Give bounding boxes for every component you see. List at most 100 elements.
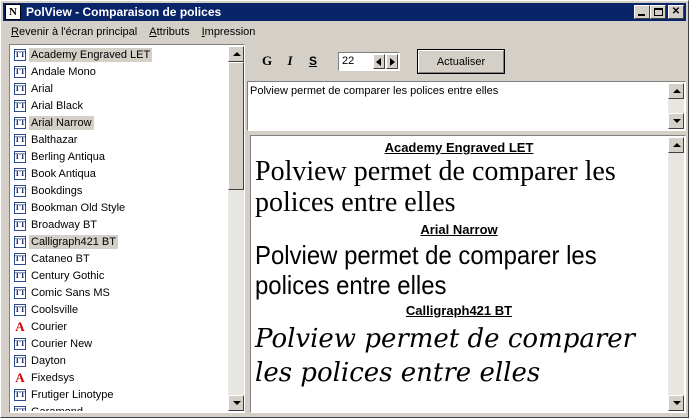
app-icon[interactable]: N [5,4,21,20]
preview-scroll-down-button[interactable] [668,395,684,411]
font-list-item[interactable]: TT Arial Narrow [11,114,227,131]
preview-heading-1: Academy Engraved LET [384,140,534,155]
menu-revenir-mnemonic: R [11,26,19,38]
font-list-item[interactable]: TT Academy Engraved LET [11,46,227,63]
size-decrease-button[interactable] [373,54,385,69]
scroll-down-button[interactable] [228,395,244,411]
font-list-item[interactable]: TT Dayton [11,352,227,369]
underline-button[interactable]: S [303,52,323,70]
font-list-item[interactable]: TT Calligraph421 BT [11,233,227,250]
menu-impression[interactable]: Impression [196,26,262,38]
raster-font-icon: A [14,319,26,334]
size-increase-button[interactable] [386,54,398,69]
font-list-item[interactable]: TT Book Antiqua [11,165,227,182]
scroll-thumb[interactable] [228,62,244,190]
close-button[interactable]: ✕ [668,5,684,19]
truetype-font-icon: TT [14,116,26,129]
arrow-up-icon [673,89,681,93]
font-type-glyph: TT [14,168,26,178]
font-type-glyph: TT [14,406,26,411]
maximize-button[interactable] [650,5,666,19]
font-list-item[interactable]: TT Bookdings [11,182,227,199]
sample-text-scrollbar[interactable] [668,83,684,129]
arrow-down-icon [673,401,681,405]
truetype-font-icon: TT [14,65,26,78]
text-scroll-down-button[interactable] [668,113,684,129]
font-list-item-label: Book Antiqua [31,167,96,180]
font-type-glyph: TT [14,117,26,127]
font-list-item-label: Bookdings [31,184,83,197]
font-list-item-label: Courier [31,320,68,333]
font-list-item[interactable]: TT Comic Sans MS [11,284,227,301]
sample-text-input[interactable]: Polview permet de comparer les polices e… [247,81,686,131]
menu-attributs-label: ttributs [156,26,190,38]
font-list-item[interactable]: TT Bookman Old Style [11,199,227,216]
menu-bar: Revenir à l'écran principal Attributs Im… [3,22,686,42]
font-list-item[interactable]: TT Century Gothic [11,267,227,284]
arrow-left-icon [376,58,381,66]
font-list-item[interactable]: TT Balthazar [11,131,227,148]
font-list-item-label: Garamond [29,405,85,412]
preview-sample-2: Polview permet de comparer les polices e… [255,240,597,300]
font-list-item-label: Arial Black [31,99,83,112]
font-list-item[interactable]: TT Berling Antiqua [11,148,227,165]
truetype-font-icon: TT [14,99,26,112]
refresh-button[interactable]: Actualiser [417,49,505,74]
preview-scrollbar[interactable] [668,137,684,411]
menu-attributs[interactable]: Attributs [143,26,195,38]
truetype-font-icon: TT [14,337,26,350]
arrow-right-icon [390,58,395,66]
font-list-item[interactable]: TT Courier New [11,335,227,352]
font-list-item-label: Cataneo BT [31,252,90,265]
menu-revenir[interactable]: Revenir à l'écran principal [3,26,143,38]
font-list-item[interactable]: TTGaramond [11,403,227,411]
font-list-item[interactable]: A Courier [11,318,227,335]
font-list[interactable]: TT Academy Engraved LET TT Andale Mono TT Ari… [9,44,245,413]
font-list-item-label: Courier New [31,337,93,350]
font-list-item-label: Comic Sans MS [31,286,110,299]
truetype-font-icon: TT [14,167,26,180]
font-type-glyph: TT [14,355,26,365]
font-type-glyph: TT [14,236,26,246]
font-type-glyph: TT [14,219,26,229]
font-list-scrollbar[interactable] [228,46,244,411]
font-type-glyph: TT [14,185,26,195]
preview-sample-1: Polview permet de comparer les polices e… [255,156,616,218]
font-list-item[interactable]: TT Arial Black [11,97,227,114]
sample-text-value[interactable]: Polview permet de comparer les polices e… [250,85,498,97]
minimize-icon [638,14,645,16]
font-list-item[interactable]: TT Andale Mono [11,63,227,80]
preview-heading-3: Calligraph421 BT [405,303,513,318]
truetype-font-icon: TT [14,269,26,282]
truetype-font-icon: TT [14,303,26,316]
font-list-item-label: Broadway BT [31,218,98,231]
font-list-item[interactable]: TT Coolsville [11,301,227,318]
font-type-glyph: TT [14,287,26,297]
truetype-font-icon: TT [14,218,26,231]
font-list-item-label: Arial [31,82,54,95]
minimize-button[interactable] [634,5,650,19]
bold-button[interactable]: G [257,52,277,70]
raster-font-icon: A [14,371,26,384]
font-size-spinner[interactable]: 22 [338,52,400,71]
font-type-glyph: TT [14,66,26,76]
italic-button[interactable]: I [280,52,300,70]
font-list-item-label: Balthazar [31,133,78,146]
font-size-value[interactable]: 22 [342,55,354,67]
text-scroll-up-button[interactable] [668,83,684,99]
font-list-item[interactable]: TT Cataneo BT [11,250,227,267]
font-list-item[interactable]: TT Broadway BT [11,216,227,233]
truetype-font-icon: TT [14,133,26,146]
truetype-font-icon: TT [14,405,26,411]
maximize-icon [654,8,663,16]
arrow-down-icon [673,119,681,123]
font-type-glyph: A [15,319,25,334]
title-bar[interactable]: N PolView - Comparaison de polices ✕ [3,3,686,21]
font-list-item[interactable]: A Fixedsys [11,369,227,386]
font-list-item-label: Coolsville [31,303,79,316]
truetype-font-icon: TT [14,286,26,299]
font-list-item[interactable]: TT Frutiger Linotype [11,386,227,403]
scroll-up-button[interactable] [228,46,244,62]
font-list-item[interactable]: TT Arial [11,80,227,97]
preview-scroll-up-button[interactable] [668,137,684,153]
